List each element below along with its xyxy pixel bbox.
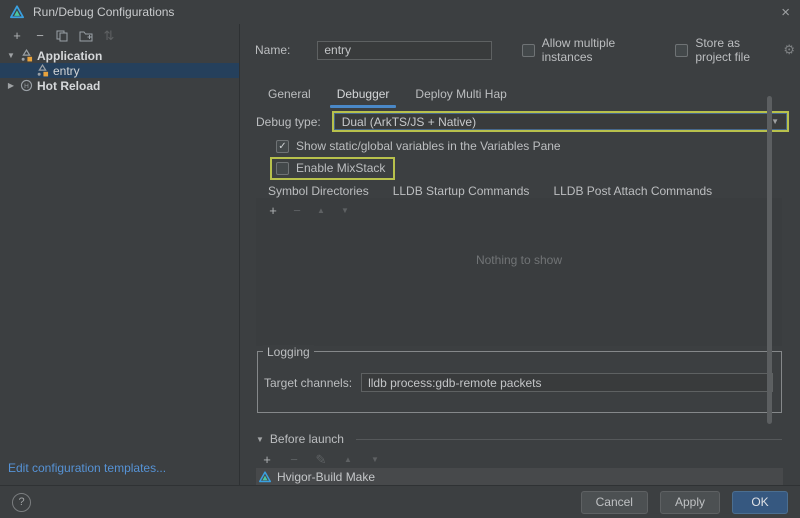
remove-task-icon[interactable]: − — [287, 453, 301, 466]
tab-general[interactable]: General — [255, 81, 324, 108]
allow-multiple-instances-checkbox[interactable] — [522, 44, 535, 57]
before-launch-label: Before launch — [270, 432, 344, 446]
dialog-footer: ? Cancel Apply OK — [0, 485, 800, 518]
debug-type-row: Debug type: Dual (ArkTS/JS + Native) ▼ — [256, 111, 789, 132]
configurations-sidebar: + − ⇅ ▼ Application — [0, 24, 240, 485]
configuration-editor: Name: Allow multiple instances Store as … — [241, 24, 800, 485]
new-folder-icon[interactable] — [79, 30, 93, 42]
show-static-global-option[interactable]: ✓ Show static/global variables in the Va… — [276, 139, 561, 153]
tree-node-hot-reload[interactable]: ▶ H Hot Reload — [0, 78, 239, 93]
before-launch-task-label: Hvigor-Build Make — [277, 470, 375, 484]
sort-configurations-icon[interactable]: ⇅ — [102, 29, 116, 42]
logging-legend: Logging — [263, 345, 314, 359]
add-configuration-icon[interactable]: + — [10, 29, 24, 42]
dialog-title: Run/Debug Configurations — [33, 5, 174, 19]
edit-configuration-templates-link[interactable]: Edit configuration templates... — [8, 461, 166, 475]
module-icon — [20, 49, 33, 62]
tree-node-label: entry — [53, 64, 80, 78]
hvigor-icon — [259, 471, 271, 483]
configurations-tree: ▼ Application entry ▶ — [0, 48, 239, 93]
dialog-titlebar: Run/Debug Configurations × — [0, 0, 800, 24]
symbol-directories-list: + − ▲ ▼ Nothing to show — [256, 198, 782, 346]
target-channels-input[interactable] — [361, 373, 773, 392]
hot-reload-icon: H — [20, 79, 33, 92]
tab-deploy-multi-hap[interactable]: Deploy Multi Hap — [402, 81, 519, 108]
show-static-global-label: Show static/global variables in the Vari… — [296, 139, 561, 153]
store-as-project-file-checkbox[interactable] — [675, 44, 688, 57]
symbol-directories-toolbar: + − ▲ ▼ — [256, 198, 782, 221]
remove-directory-icon[interactable]: − — [290, 204, 304, 217]
tab-debugger[interactable]: Debugger — [324, 81, 403, 108]
debug-type-label: Debug type: — [256, 115, 321, 129]
allow-multiple-instances-label: Allow multiple instances — [542, 36, 645, 64]
move-up-icon[interactable]: ▲ — [314, 204, 328, 217]
target-channels-label: Target channels: — [264, 376, 352, 390]
show-static-global-checkbox[interactable]: ✓ — [276, 140, 289, 153]
before-launch-task-row[interactable]: Hvigor-Build Make — [256, 468, 783, 485]
remove-configuration-icon[interactable]: − — [33, 29, 47, 42]
apply-button[interactable]: Apply — [660, 491, 720, 514]
copy-configuration-icon[interactable] — [56, 30, 70, 42]
deveco-logo-icon — [10, 5, 24, 19]
tree-node-entry[interactable]: entry — [0, 63, 239, 78]
empty-list-text: Nothing to show — [256, 253, 782, 267]
chevron-right-icon[interactable]: ▶ — [6, 81, 16, 90]
move-up-icon[interactable]: ▲ — [341, 453, 355, 466]
tree-node-label: Hot Reload — [37, 79, 100, 93]
store-as-project-file-option[interactable]: Store as project file — [675, 36, 777, 64]
chevron-down-icon[interactable]: ▼ — [6, 51, 16, 60]
gear-icon[interactable]: ⚙ — [783, 42, 795, 58]
store-as-project-file-label: Store as project file — [695, 36, 777, 64]
logging-group: Logging Target channels: — [257, 351, 782, 413]
vertical-scrollbar[interactable] — [767, 96, 772, 424]
add-directory-icon[interactable]: + — [266, 204, 280, 217]
add-task-icon[interactable]: + — [260, 453, 274, 466]
enable-mixstack-checkbox[interactable] — [276, 162, 289, 175]
dropdown-arrow-icon: ▼ — [771, 117, 779, 126]
svg-text:H: H — [24, 83, 29, 90]
help-button[interactable]: ? — [12, 493, 31, 512]
allow-multiple-instances-option[interactable]: Allow multiple instances — [522, 36, 645, 64]
tree-node-label: Application — [37, 49, 102, 63]
target-channels-row: Target channels: — [264, 373, 773, 392]
chevron-down-icon[interactable]: ▼ — [256, 435, 264, 444]
name-input[interactable] — [317, 41, 491, 60]
divider — [356, 439, 782, 440]
enable-mixstack-option[interactable]: Enable MixStack — [270, 157, 395, 180]
cancel-button[interactable]: Cancel — [581, 491, 648, 514]
ok-button[interactable]: OK — [732, 491, 788, 514]
name-label: Name: — [255, 43, 290, 57]
edit-task-icon[interactable]: ✎ — [314, 453, 328, 466]
configuration-tabs: General Debugger Deploy Multi Hap — [255, 81, 520, 108]
name-row: Name: Allow multiple instances Store as … — [255, 36, 795, 64]
move-down-icon[interactable]: ▼ — [368, 453, 382, 466]
enable-mixstack-label: Enable MixStack — [296, 161, 385, 175]
tree-node-application[interactable]: ▼ Application — [0, 48, 239, 63]
sidebar-toolbar: + − ⇅ — [0, 24, 239, 46]
module-icon — [36, 64, 49, 77]
move-down-icon[interactable]: ▼ — [338, 204, 352, 217]
debug-type-dropdown[interactable]: Dual (ArkTS/JS + Native) ▼ — [332, 111, 789, 132]
debug-type-value: Dual (ArkTS/JS + Native) — [342, 115, 476, 129]
before-launch-header[interactable]: ▼ Before launch — [256, 432, 782, 446]
close-icon[interactable]: × — [781, 5, 790, 20]
